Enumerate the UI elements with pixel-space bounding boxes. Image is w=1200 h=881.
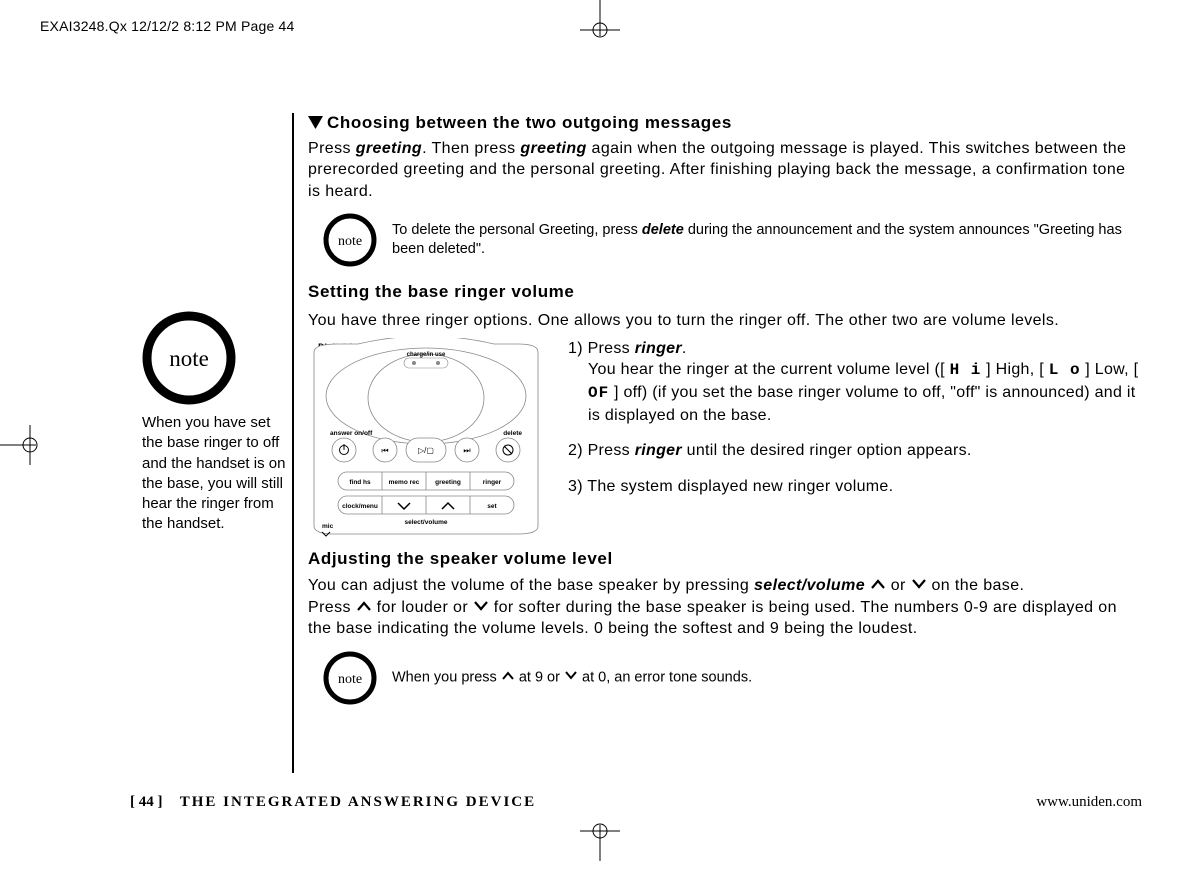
svg-text:▷/▢: ▷/▢ <box>418 446 434 455</box>
triangle-down-icon <box>308 114 323 134</box>
page-number: [ 44 ] <box>130 794 163 810</box>
svg-text:select/volume: select/volume <box>405 519 448 526</box>
svg-text:mic: mic <box>322 523 334 530</box>
footer-url: www.uniden.com <box>1036 794 1142 811</box>
svg-text:memo rec: memo rec <box>389 479 420 486</box>
svg-text:set: set <box>487 503 497 510</box>
chevron-down-icon <box>473 597 489 619</box>
svg-text:⏮: ⏮ <box>381 446 388 455</box>
chevron-up-icon <box>870 575 886 597</box>
choosing-paragraph: Press greeting. Then press greeting agai… <box>308 138 1142 203</box>
svg-text:clock/menu: clock/menu <box>342 503 378 510</box>
step-1: 1) Press ringer. You hear the ringer at … <box>568 338 1142 426</box>
note-icon: note <box>322 212 378 268</box>
speaker-paragraph: You can adjust the volume of the base sp… <box>308 575 1142 640</box>
chevron-up-icon <box>356 597 372 619</box>
section-title-choosing: Choosing between the two outgoing messag… <box>308 113 1142 134</box>
crop-mark-bottom <box>570 821 630 881</box>
svg-text:⏭: ⏭ <box>463 446 470 455</box>
file-stamp: EXAI3248.Qx 12/12/2 8:12 PM Page 44 <box>40 18 295 34</box>
section-title-speaker: Adjusting the speaker volume level <box>308 549 1142 569</box>
step-2: 2) Press ringer until the desired ringer… <box>568 440 1142 462</box>
step-3: 3) The system displayed new ringer volum… <box>568 476 1142 498</box>
vertical-rule <box>292 113 294 773</box>
note-icon: note <box>322 650 378 706</box>
sidebar-note-text: When you have set the base ringer to off… <box>142 413 292 535</box>
svg-text:note: note <box>338 672 362 687</box>
note-delete-greeting: note To delete the personal Greeting, pr… <box>322 212 1142 268</box>
ringer-steps: 1) Press ringer. You hear the ringer at … <box>568 338 1142 512</box>
svg-text:find hs: find hs <box>349 479 371 486</box>
svg-text:delete: delete <box>503 430 522 437</box>
svg-text:ringer: ringer <box>483 479 502 486</box>
sidebar: note When you have set the base ringer t… <box>142 311 292 535</box>
chevron-up-icon <box>501 668 515 687</box>
section-title-ringer: Setting the base ringer volume <box>308 282 1142 302</box>
chevron-down-icon <box>911 575 927 597</box>
note-error-tone: note When you press at 9 or at 0, an err… <box>322 650 1142 706</box>
base-unit-diagram: Digital Answerer charge/in use answer on… <box>308 338 544 543</box>
page-footer: [ 44 ] THE INTEGRATED ANSWERING DEVICE w… <box>130 794 1142 811</box>
svg-text:charge/in use: charge/in use <box>407 352 446 358</box>
crop-mark-top <box>570 0 630 60</box>
svg-text:note: note <box>169 346 209 371</box>
svg-text:answer on/off: answer on/off <box>330 430 373 437</box>
note-icon: note <box>142 311 236 405</box>
svg-text:greeting: greeting <box>435 479 461 486</box>
chevron-down-icon <box>564 668 578 687</box>
crop-mark-left <box>0 415 60 475</box>
svg-text:note: note <box>338 234 362 249</box>
ringer-intro: You have three ringer options. One allow… <box>308 310 1142 332</box>
footer-title: THE INTEGRATED ANSWERING DEVICE <box>180 794 536 810</box>
